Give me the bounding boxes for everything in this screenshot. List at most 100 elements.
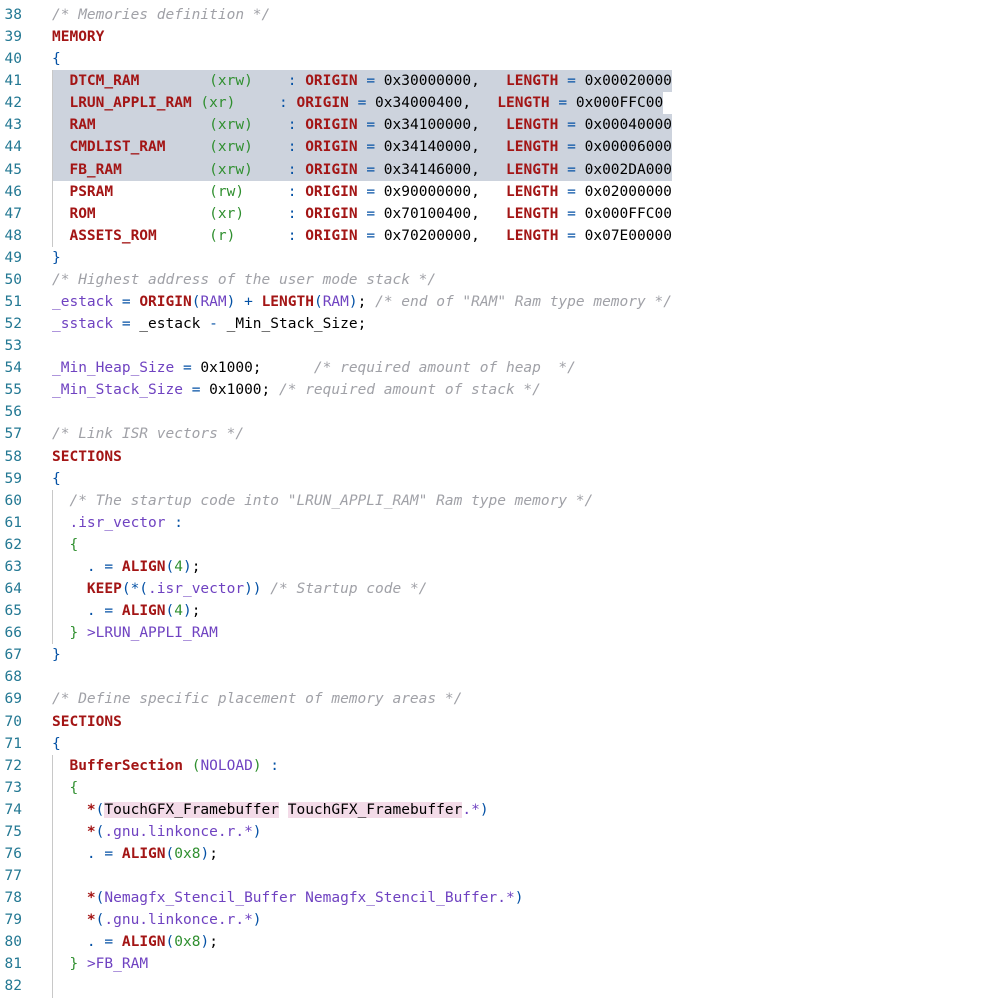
code-token: LRUN_APPLI_RAM [69, 95, 192, 112]
code-token: RAM [200, 294, 227, 311]
code-token: /* Define specific placement of memory a… [52, 691, 463, 708]
code-token: ; [209, 934, 218, 951]
code-line[interactable]: 54 _Min_Heap_Size = 0x1000; /* required a… [0, 357, 984, 379]
code-line[interactable]: 70 SECTIONS [0, 711, 984, 733]
code-line[interactable]: 63 . = ALIGN(4); [0, 556, 984, 578]
code-line[interactable]: 77 [0, 865, 984, 887]
code-line[interactable]: 62 { [0, 534, 984, 556]
code-line[interactable]: 49} [0, 247, 984, 269]
code-line[interactable]: 50 /* Highest address of the user mode st… [0, 269, 984, 291]
code-line[interactable]: 79 *(.gnu.linkonce.r.*) [0, 909, 984, 931]
code-token: (xr) [209, 205, 245, 222]
code-line[interactable]: 53 [0, 335, 984, 357]
code-text: . = ALIGN(4); [52, 600, 201, 622]
code-line[interactable]: 67} [0, 644, 984, 666]
code-line[interactable]: 76 . = ALIGN(0x8); [0, 843, 984, 865]
code-line[interactable]: 65 . = ALIGN(4); [0, 600, 984, 622]
code-token: (*( [121, 581, 149, 598]
code-text: { [52, 777, 78, 799]
code-line[interactable]: 47 ROM (xr) : ORIGIN = 0x70100400, LENGT… [0, 203, 984, 225]
code-token: = [121, 294, 131, 311]
code-line[interactable]: 55 _Min_Stack_Size = 0x1000; /* required … [0, 379, 984, 401]
code-editor[interactable]: 38 /* Memories definition */ 39 MEMORY 40 {41… [0, 4, 984, 998]
code-token: ORIGIN [139, 294, 192, 311]
line-number: 78 [4, 890, 22, 907]
code-line[interactable]: 39 MEMORY [0, 26, 984, 48]
code-token: ) [182, 603, 192, 620]
code-line[interactable]: 66 } >LRUN_APPLI_RAM [0, 622, 984, 644]
code-line[interactable]: 45 FB_RAM (xrw) : ORIGIN = 0x34146000, L… [0, 158, 984, 181]
code-token: LENGTH [506, 139, 559, 156]
code-line[interactable]: 75 *(.gnu.linkonce.r.*) [0, 821, 984, 843]
code-line[interactable]: 41 DTCM_RAM (xrw) : ORIGIN = 0x30000000,… [0, 70, 984, 93]
code-line[interactable]: 38 /* Memories definition */ [0, 4, 984, 26]
code-token: _estack [52, 294, 114, 311]
code-token: 0x70100400, [375, 205, 507, 222]
line-number: 68 [4, 669, 22, 686]
code-token: = [366, 227, 376, 244]
code-token: } [69, 625, 79, 642]
code-line[interactable]: 69 /* Define specific placement of memory… [0, 688, 984, 710]
code-token: ( [313, 294, 323, 311]
code-token: >LRUN_APPLI_RAM [86, 625, 218, 642]
line-number: 53 [4, 338, 22, 355]
code-line[interactable]: 64 KEEP(*(.isr_vector)) /* Startup code … [0, 578, 984, 600]
code-token: - [209, 316, 218, 333]
code-text: /* Link ISR vectors */ [52, 423, 244, 445]
code-line[interactable]: 58 SECTIONS [0, 446, 984, 468]
code-text: SECTIONS [52, 446, 122, 468]
code-line[interactable]: 46 PSRAM (rw) : ORIGIN = 0x90000000, LEN… [0, 181, 984, 203]
code-line[interactable]: 68 [0, 666, 984, 688]
code-token: ) [182, 558, 192, 575]
code-token: 0x8 [174, 934, 201, 951]
code-line[interactable]: 44 CMDLIST_RAM (xrw) : ORIGIN = 0x341400… [0, 136, 984, 159]
code-line[interactable]: 60 /* The startup code into "LRUN_APPLI_… [0, 490, 984, 512]
code-token: : [270, 757, 280, 774]
code-line[interactable]: 73 { [0, 777, 984, 799]
code-text: .isr_vector : [52, 512, 183, 534]
code-line[interactable]: 82 [0, 975, 984, 997]
code-line[interactable]: 71 { [0, 733, 984, 755]
code-line[interactable]: 61 .isr_vector : [0, 512, 984, 534]
code-token: 0x70200000, [375, 227, 507, 244]
code-token: = [104, 934, 114, 951]
code-token: = [104, 603, 114, 620]
code-line[interactable]: 52 _sstack = _estack - _Min_Stack_Size; [0, 313, 984, 335]
code-token: FB_RAM [69, 161, 122, 178]
line-number: 81 [4, 956, 22, 973]
code-token: * [86, 890, 96, 907]
code-line[interactable]: 42 LRUN_APPLI_RAM (xr) : ORIGIN = 0x3400… [0, 92, 984, 115]
selected-code-text: FB_RAM (xrw) : ORIGIN = 0x34146000, LENG… [52, 158, 672, 181]
code-line[interactable]: 56 [0, 401, 984, 423]
code-line[interactable]: 72 BufferSection (NOLOAD) : [0, 755, 984, 777]
code-line[interactable]: 57 /* Link ISR vectors */ [0, 423, 984, 445]
code-text: . = ALIGN(4); [52, 556, 201, 578]
code-token: . [86, 558, 96, 575]
code-line[interactable]: 59 { [0, 468, 984, 490]
code-line[interactable]: 43 RAM (xrw) : ORIGIN = 0x34100000, LENG… [0, 114, 984, 137]
code-line[interactable]: 78 *(Nemagfx_Stencil_Buffer Nemagfx_Sten… [0, 887, 984, 909]
code-line[interactable]: 51 _estack = ORIGIN(RAM) + LENGTH(RAM); /… [0, 291, 984, 313]
code-token: /* required amount of stack */ [279, 382, 541, 399]
code-token: ORIGIN [305, 161, 358, 178]
code-line[interactable]: 81 } >FB_RAM [0, 953, 984, 975]
code-line[interactable]: 74 *(TouchGFX_Framebuffer TouchGFX_Frame… [0, 799, 984, 821]
code-line[interactable]: 48 ASSETS_ROM (r) : ORIGIN = 0x70200000,… [0, 225, 984, 247]
code-token: 0x000FFC00 [575, 205, 672, 222]
line-number: 55 [4, 382, 22, 399]
line-number: 71 [4, 735, 22, 752]
indent-guide [52, 70, 53, 247]
code-token: MEMORY [52, 29, 105, 46]
code-line[interactable]: 80 . = ALIGN(0x8); [0, 931, 984, 953]
code-line[interactable]: 40 { [0, 48, 984, 70]
code-text: SECTIONS [52, 711, 122, 733]
